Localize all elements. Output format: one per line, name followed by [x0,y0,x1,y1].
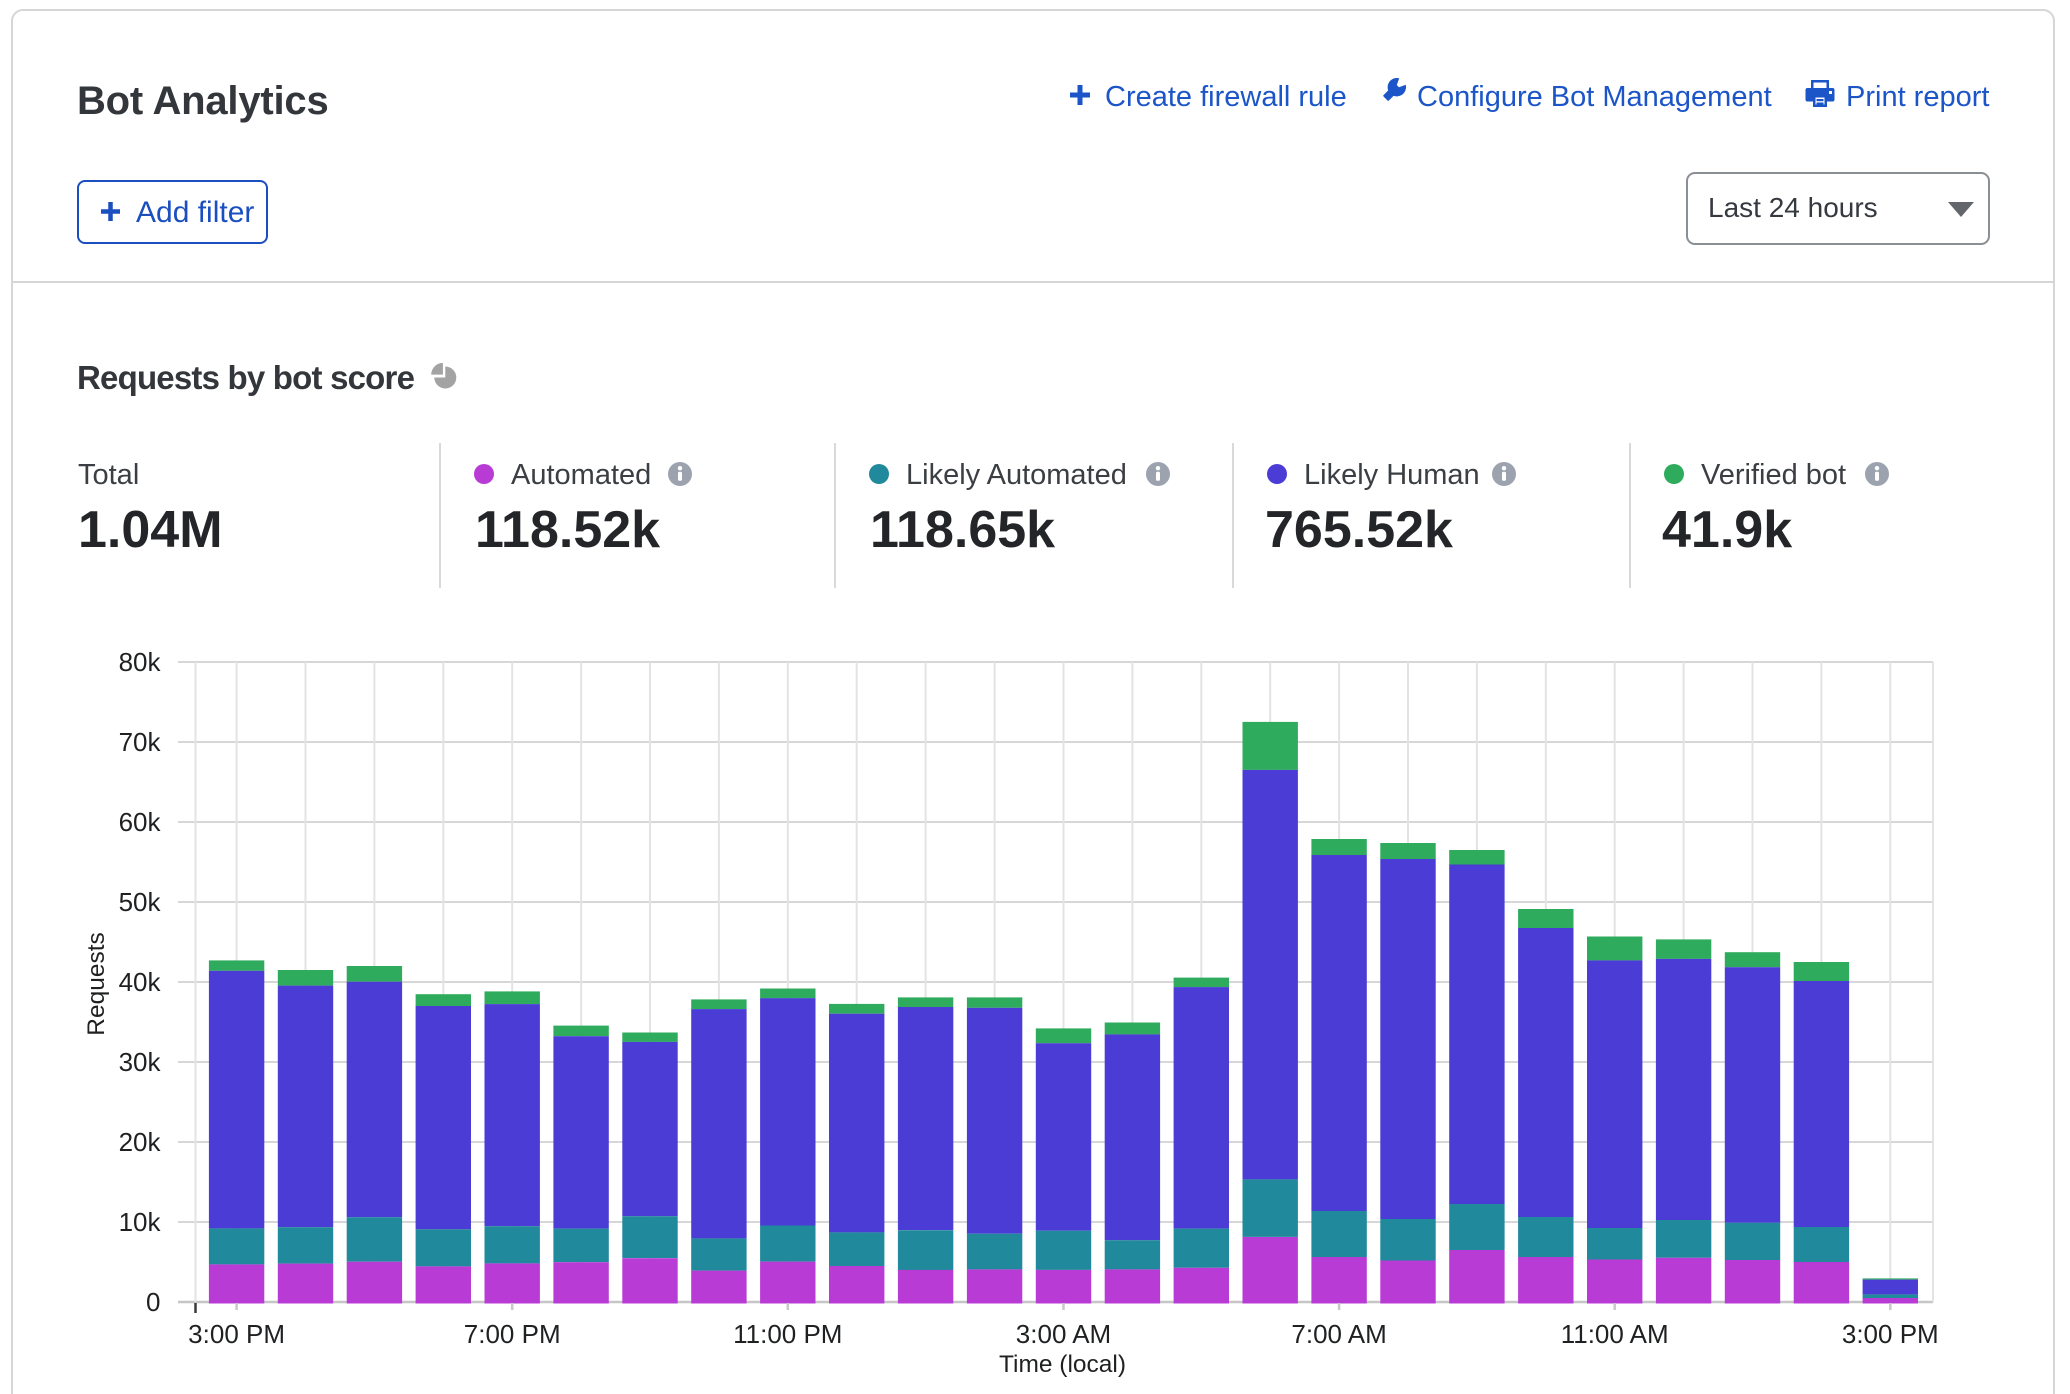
svg-text:40k: 40k [119,967,162,997]
svg-text:11:00 PM: 11:00 PM [733,1319,842,1349]
svg-text:Requests: Requests [83,932,110,1036]
svg-text:3:00 AM: 3:00 AM [1016,1319,1111,1349]
svg-text:0: 0 [146,1287,160,1317]
svg-text:60k: 60k [119,807,162,837]
svg-text:10k: 10k [119,1207,162,1237]
svg-text:3:00 PM: 3:00 PM [188,1319,285,1349]
svg-text:20k: 20k [119,1127,162,1157]
svg-text:11:00 AM: 11:00 AM [1561,1319,1669,1349]
svg-text:3:00 PM: 3:00 PM [1842,1319,1939,1349]
svg-text:50k: 50k [119,887,162,917]
svg-text:30k: 30k [119,1047,162,1077]
svg-text:70k: 70k [119,727,162,757]
svg-text:Time (local): Time (local) [999,1351,1126,1378]
svg-text:7:00 PM: 7:00 PM [464,1319,561,1349]
svg-text:80k: 80k [119,647,162,677]
svg-text:7:00 AM: 7:00 AM [1291,1319,1386,1349]
